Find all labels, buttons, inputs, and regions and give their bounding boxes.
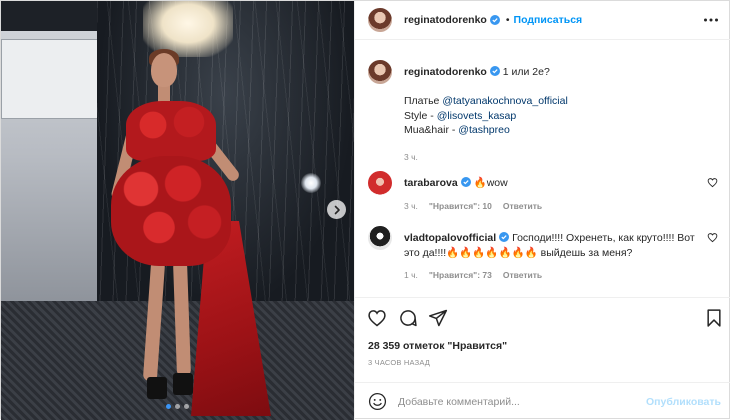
post-actions-bar xyxy=(355,297,730,337)
post-photo[interactable] xyxy=(1,1,354,420)
instagram-post-modal: reginatodorenko • Подписаться reginatodo… xyxy=(0,0,730,420)
comment-body: vladtopalovofficial Господи!!!! Охренеть… xyxy=(404,231,704,283)
mention-link[interactable]: @tashpreo xyxy=(458,124,510,136)
caption-mua-prefix: Mua&hair - xyxy=(404,124,459,136)
comment-meta: 1 ч. "Нравится": 73 Ответить xyxy=(404,268,704,283)
comment-heart-icon[interactable] xyxy=(707,177,718,188)
model-shoe-left xyxy=(147,377,167,399)
comment-time[interactable]: 3 ч. xyxy=(404,199,418,214)
comment-likes-count[interactable]: "Нравится": 73 xyxy=(429,268,492,283)
emoji-smile-icon[interactable] xyxy=(368,392,387,411)
follow-button[interactable]: Подписаться xyxy=(514,14,583,26)
caption-style-prefix: Style - xyxy=(404,109,437,122)
add-comment-bar: Опубликовать xyxy=(355,382,730,420)
mention-link[interactable]: @lisovets_kasap xyxy=(437,110,517,122)
caption-body: reginatodorenko 1 или 2е? Платье @tatyan… xyxy=(404,65,724,164)
comment-meta: 3 ч. "Нравится": 10 Ответить xyxy=(404,199,704,214)
dress-skirt xyxy=(111,156,231,266)
paper-plane-icon[interactable] xyxy=(428,308,448,328)
commenter-username[interactable]: tarabarova xyxy=(404,177,458,189)
comment-likes-count[interactable]: "Нравится": 10 xyxy=(429,199,492,214)
photo-model xyxy=(91,41,271,416)
model-head xyxy=(151,53,177,87)
comment-body: tarabarova 🔥wow 3 ч. "Нравится": 10 Отве… xyxy=(404,176,704,213)
verified-badge-icon xyxy=(489,66,500,76)
caption-author-username[interactable]: reginatodorenko xyxy=(404,66,487,78)
carousel-dot xyxy=(184,404,189,409)
verified-badge-icon xyxy=(499,232,510,242)
caption-dress-prefix: Платье xyxy=(404,95,443,107)
post-side-panel: reginatodorenko • Подписаться reginatodo… xyxy=(354,1,730,420)
verified-badge-icon xyxy=(489,15,500,25)
caption-timestamp[interactable]: 3 ч. xyxy=(404,150,724,165)
carousel-dot xyxy=(175,404,180,409)
commenter-avatar[interactable] xyxy=(368,226,392,250)
comment-input[interactable] xyxy=(398,395,638,408)
author-username[interactable]: reginatodorenko xyxy=(404,14,487,26)
photo-wall xyxy=(1,31,101,311)
chevron-right-icon xyxy=(334,205,340,214)
model-leg-right xyxy=(172,260,192,377)
next-slide-button[interactable] xyxy=(327,200,346,219)
mention-link[interactable]: @tatyanakochnova_official xyxy=(442,95,567,107)
photo-screen xyxy=(1,39,99,119)
comment-reply-button[interactable]: Ответить xyxy=(503,199,542,214)
bookmark-icon[interactable] xyxy=(704,308,724,328)
commenter-username[interactable]: vladtopalovofficial xyxy=(404,232,496,244)
more-options-icon[interactable] xyxy=(703,15,719,25)
follow-separator: • xyxy=(505,14,510,26)
publish-button[interactable]: Опубликовать xyxy=(646,396,721,408)
comment-icon[interactable] xyxy=(398,308,418,328)
carousel-dot-active xyxy=(166,404,171,409)
comment-time[interactable]: 1 ч. xyxy=(404,268,418,283)
photo-spotlight xyxy=(301,173,321,193)
caption-author-avatar[interactable] xyxy=(368,60,392,84)
comment-heart-icon[interactable] xyxy=(707,232,718,243)
carousel-indicator xyxy=(1,404,354,409)
comment-reply-button[interactable]: Ответить xyxy=(503,268,542,283)
post-header: reginatodorenko • Подписаться xyxy=(355,1,730,40)
post-age[interactable]: 3 ЧАСОВ НАЗАД xyxy=(368,358,430,367)
dress-bodice xyxy=(126,101,216,161)
commenter-avatar[interactable] xyxy=(368,171,392,195)
model-shoe-right xyxy=(173,373,193,395)
heart-icon[interactable] xyxy=(367,308,387,328)
comment-text: 🔥wow xyxy=(473,177,508,189)
verified-badge-icon xyxy=(460,177,471,187)
likes-count[interactable]: 28 359 отметок "Нравится" xyxy=(368,340,507,352)
model-leg-left xyxy=(142,260,166,382)
caption-first-line: 1 или 2е? xyxy=(502,66,550,78)
author-avatar[interactable] xyxy=(368,8,392,32)
comments-scroll-area[interactable]: reginatodorenko 1 или 2е? Платье @tatyan… xyxy=(355,41,730,297)
